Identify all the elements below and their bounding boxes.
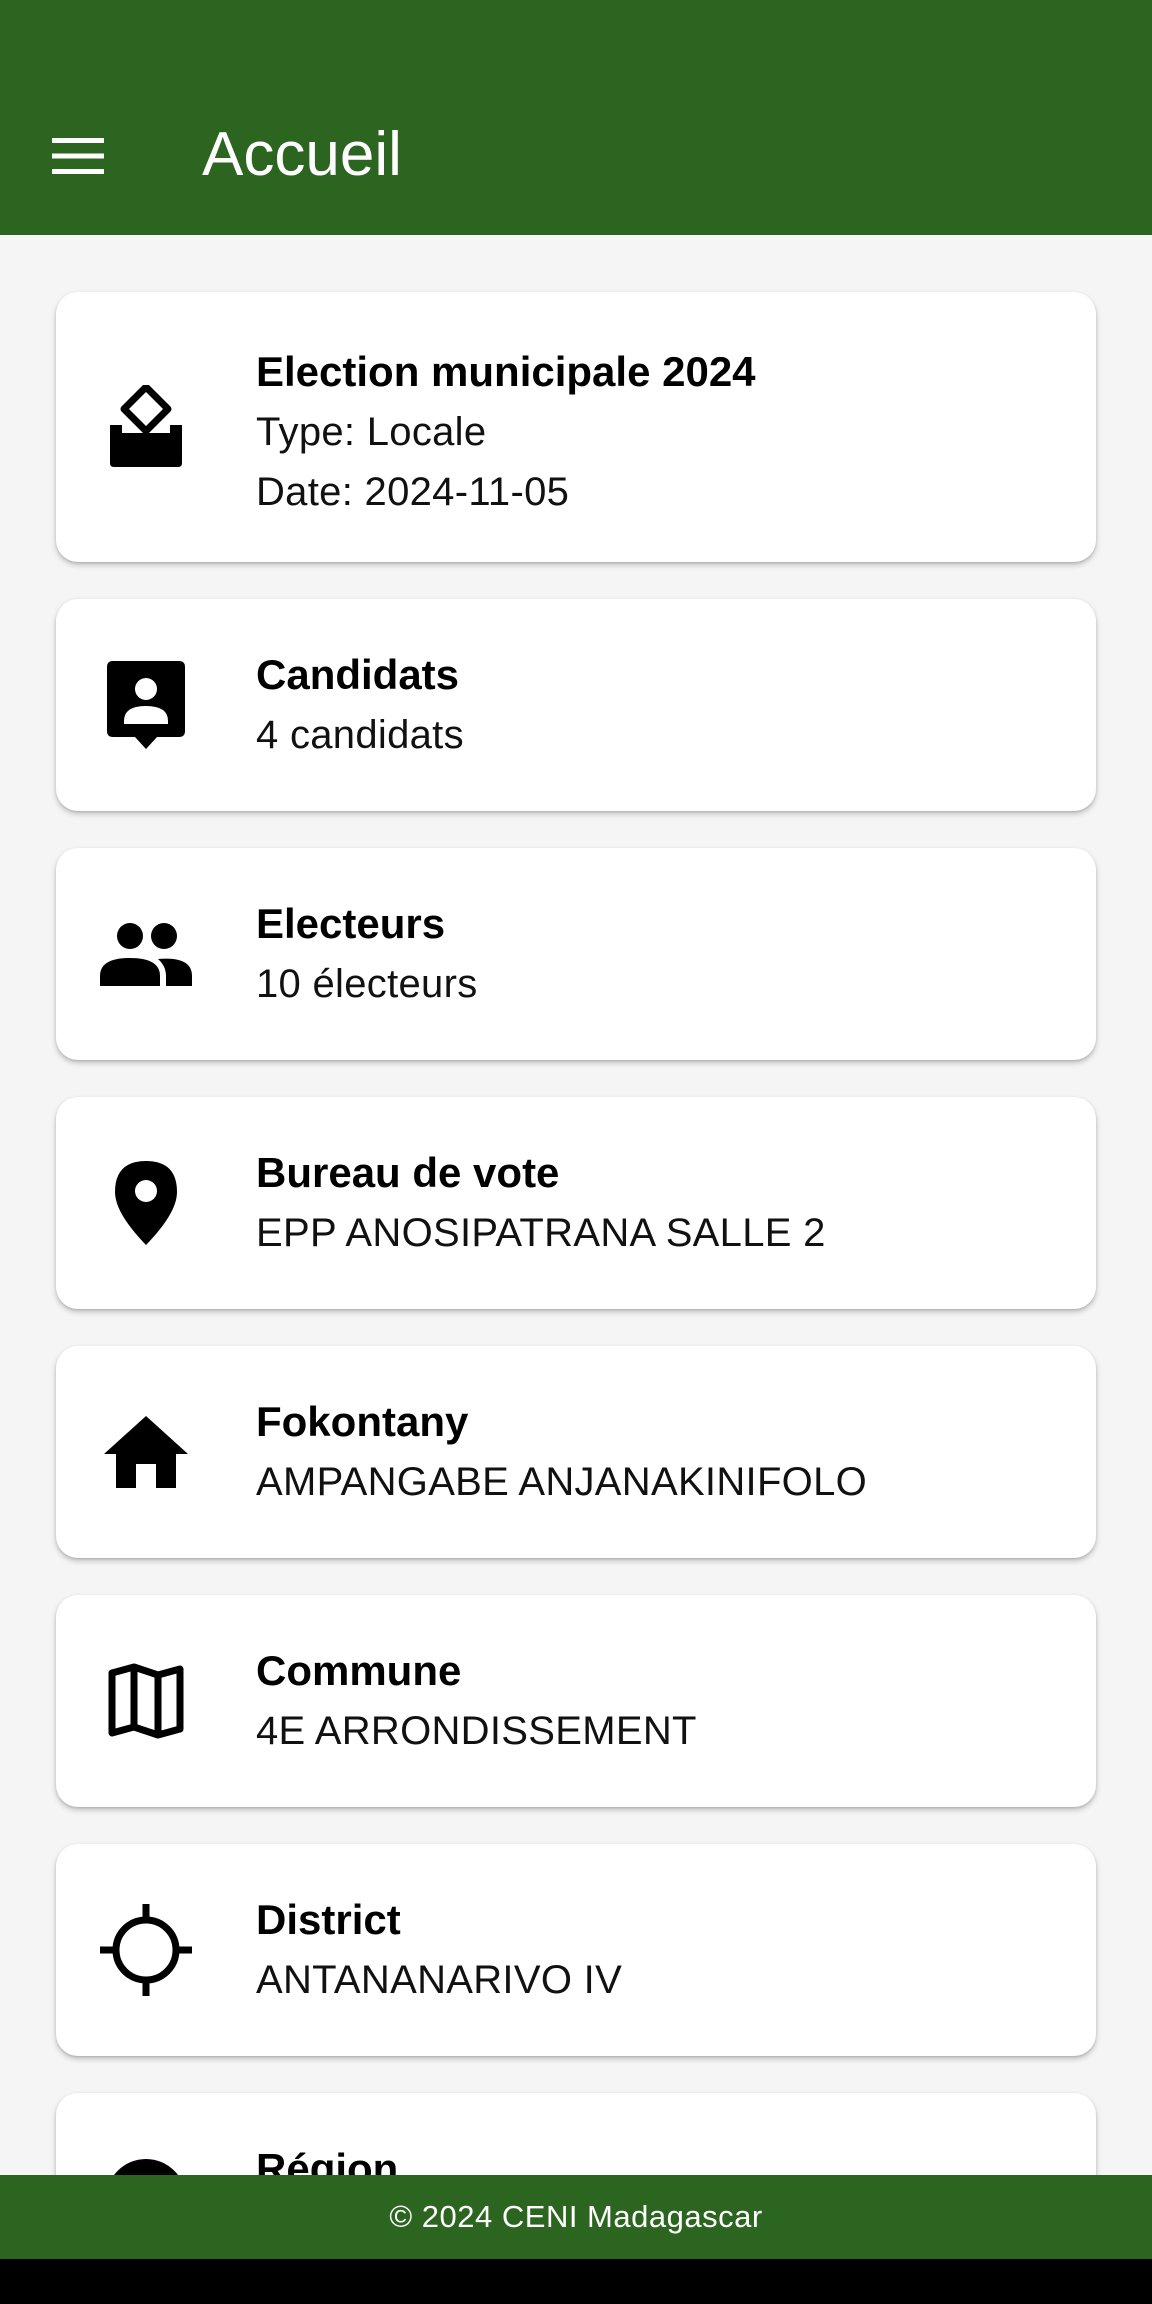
district-name: ANTANANARIVO IV [256,1958,623,2002]
electeurs-card[interactable]: Electeurs 10 électeurs [56,848,1096,1060]
election-date: Date: 2024-11-05 [256,470,570,514]
menu-icon [52,138,104,174]
candidats-count: 4 candidats [256,713,464,757]
contact-badge-icon [96,655,196,755]
menu-button[interactable] [36,120,120,192]
electeurs-title: Electeurs [256,900,446,947]
fokontany-name: AMPANGABE ANJANAKINIFOLO [256,1460,868,1504]
bureau-card[interactable]: Bureau de vote EPP ANOSIPATRANA SALLE 2 [56,1097,1096,1309]
region-title: Région [256,2145,399,2175]
footer: © 2024 CENI Madagascar [0,2175,1152,2259]
footer-copyright: © 2024 CENI Madagascar [389,2199,763,2234]
commune-name: 4E ARRONDISSEMENT [256,1709,697,1753]
system-nav-bar [0,2259,1152,2304]
election-title: Election municipale 2024 [256,348,756,395]
location-pin-icon [96,1153,196,1253]
candidats-card[interactable]: Candidats 4 candidats [56,599,1096,811]
election-type: Type: Locale [256,410,487,454]
home-content: Election municipale 2024 Type: Locale Da… [0,235,1152,2175]
election-card[interactable]: Election municipale 2024 Type: Locale Da… [56,292,1096,562]
candidats-title: Candidats [256,651,460,698]
ballot-box-icon [96,377,196,477]
crosshair-icon [96,1900,196,2000]
fokontany-title: Fokontany [256,1398,469,1445]
electeurs-count: 10 électeurs [256,962,478,1006]
bureau-name: EPP ANOSIPATRANA SALLE 2 [256,1211,826,1255]
map-icon [96,1651,196,1751]
home-icon [96,1402,196,1502]
people-icon [96,904,196,1004]
region-card[interactable]: Région [56,2093,1096,2175]
commune-card[interactable]: Commune 4E ARRONDISSEMENT [56,1595,1096,1807]
district-card[interactable]: District ANTANANARIVO IV [56,1844,1096,2056]
commune-title: Commune [256,1647,462,1694]
pie-chart-icon [96,2149,196,2175]
app-bar: Accueil [0,0,1152,235]
district-title: District [256,1896,401,1943]
page-title: Accueil [202,120,402,189]
bureau-title: Bureau de vote [256,1149,560,1196]
fokontany-card[interactable]: Fokontany AMPANGABE ANJANAKINIFOLO [56,1346,1096,1558]
